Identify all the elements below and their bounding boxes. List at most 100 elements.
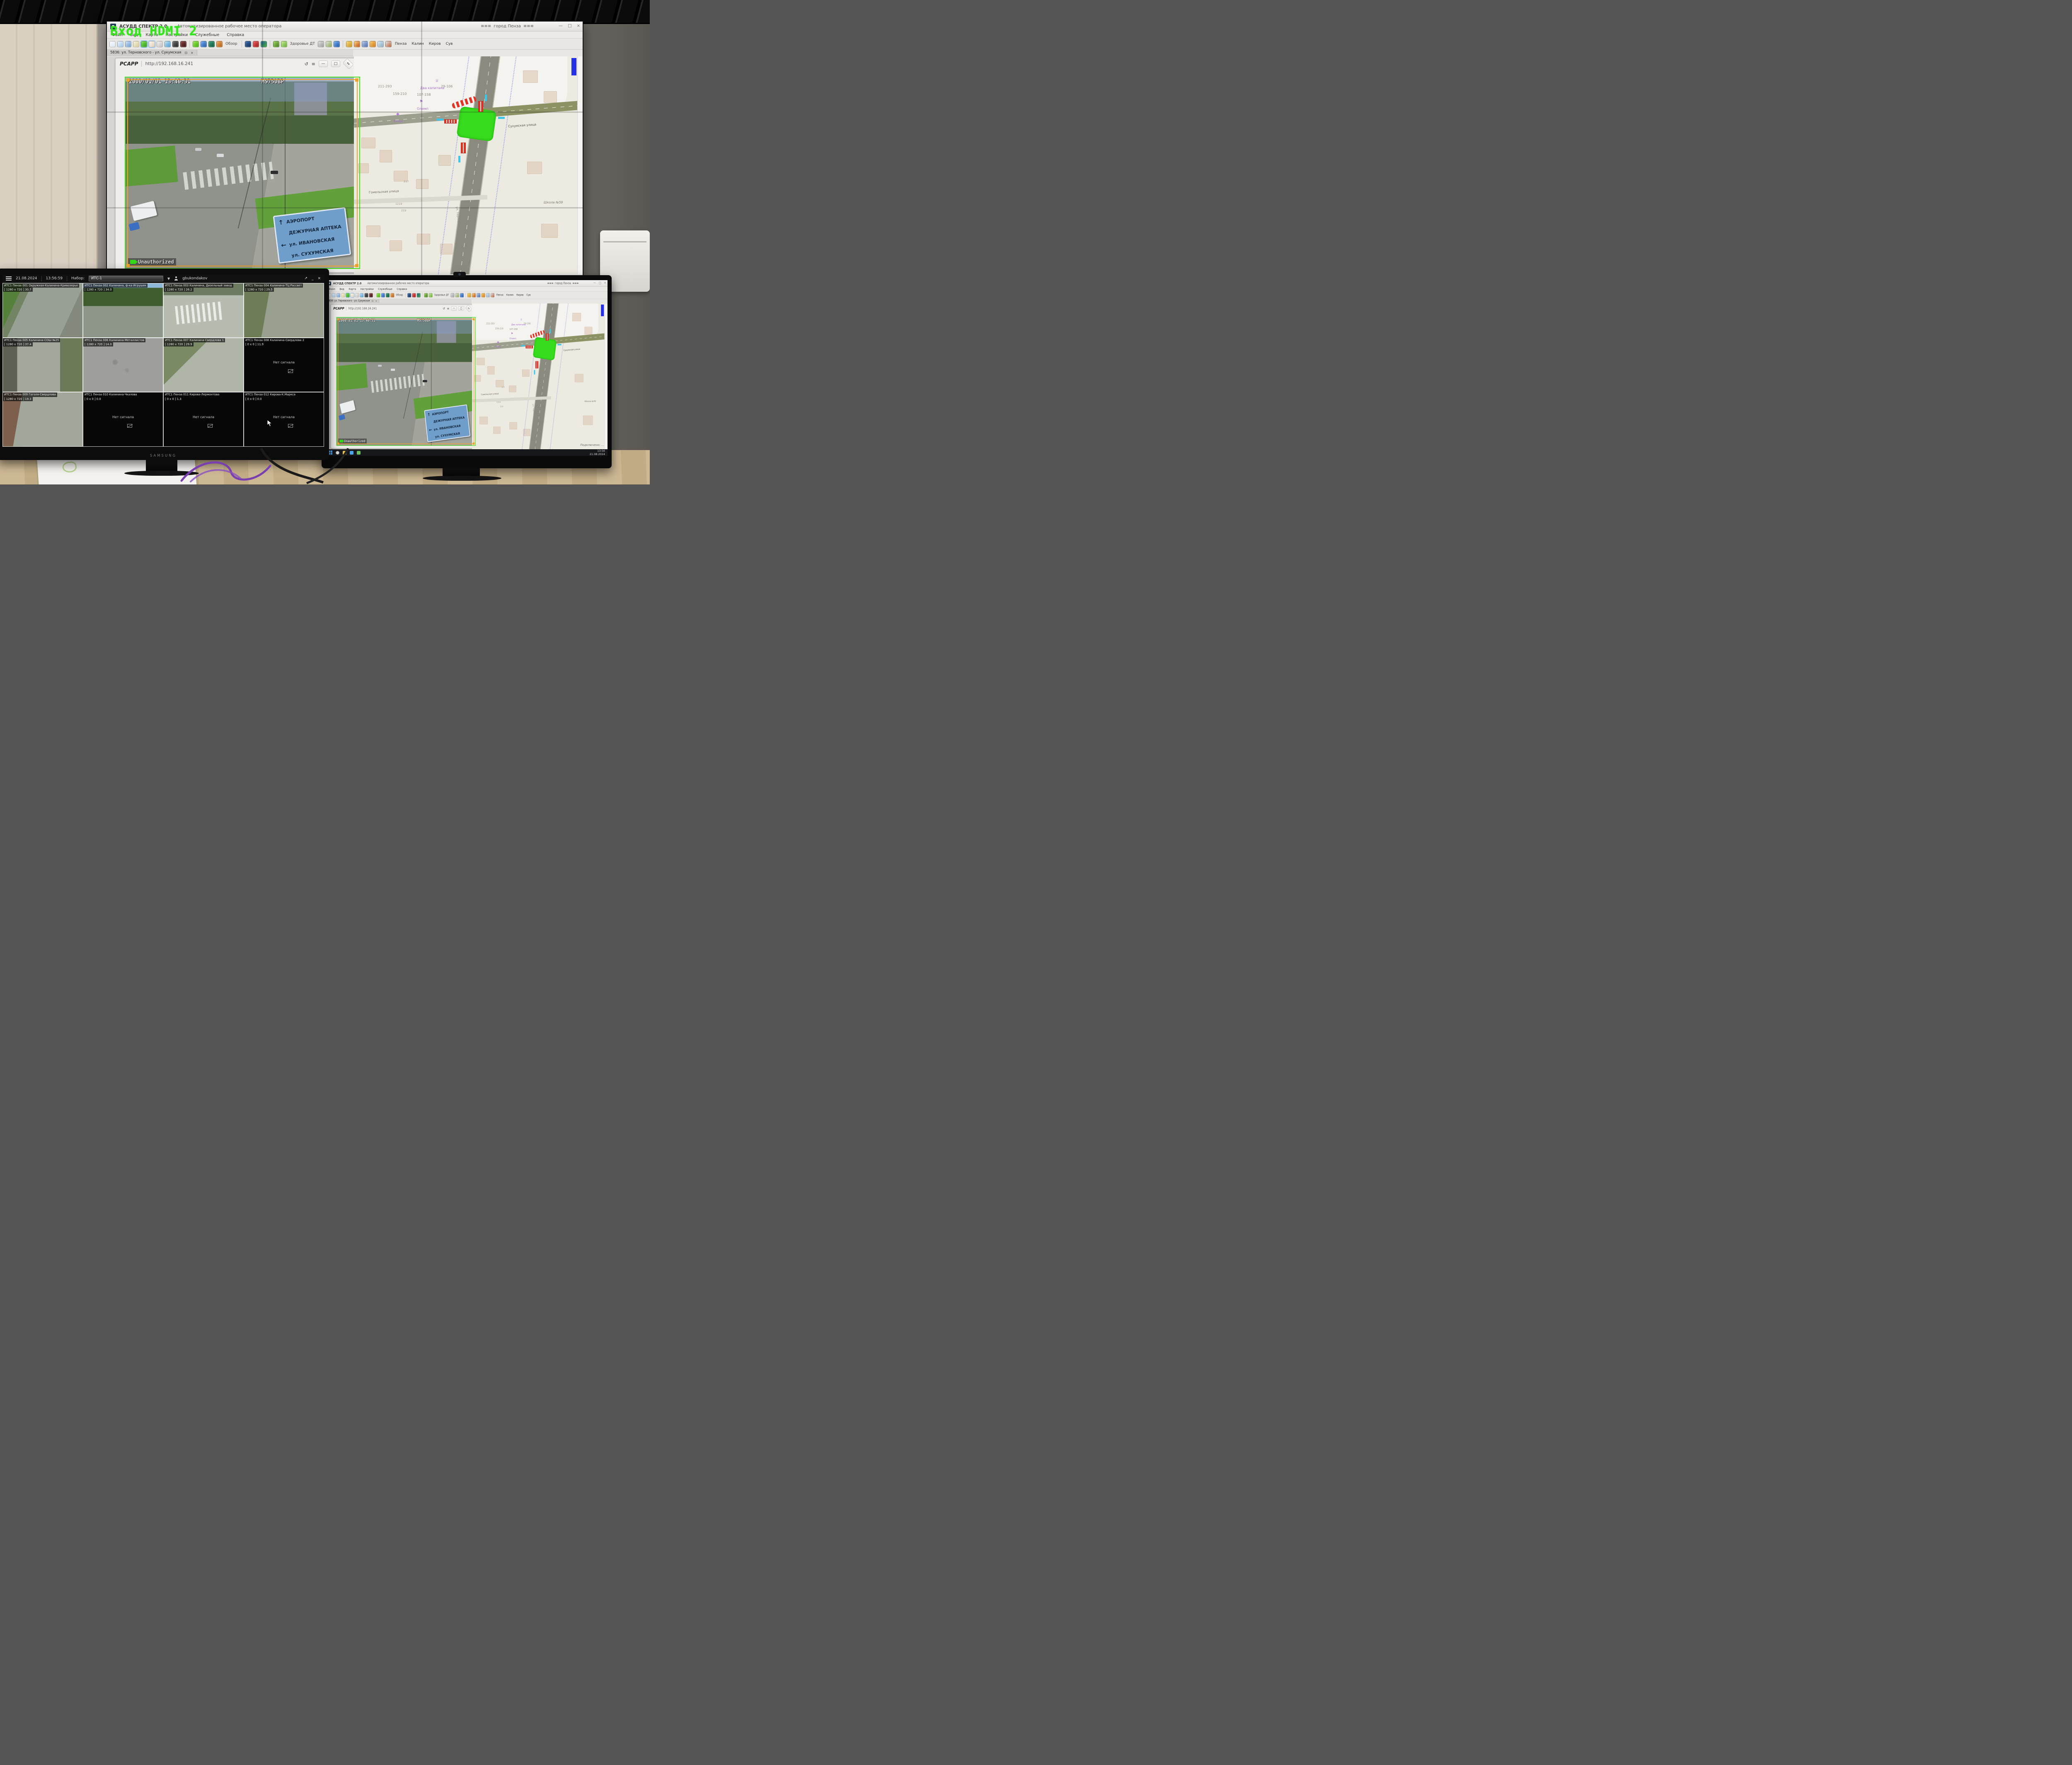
region-button-2[interactable]: Калин xyxy=(410,41,425,46)
export-map-icon[interactable] xyxy=(362,41,368,47)
menu-service[interactable]: Служебные xyxy=(195,33,219,37)
undo-icon[interactable] xyxy=(370,41,376,47)
open-folder-icon[interactable] xyxy=(332,293,336,297)
pan-hand-icon[interactable] xyxy=(149,41,155,47)
pcapp-url-field[interactable]: http://192.168.16.241 xyxy=(145,61,193,66)
draw-line-icon[interactable] xyxy=(355,293,359,297)
funnel-add-icon[interactable] xyxy=(334,41,340,47)
region-button-3[interactable]: Киров xyxy=(427,41,443,46)
map-pane[interactable]: 211-293 159-210 107-158 29-106 ♕ Два кап… xyxy=(354,56,583,274)
menu-icon[interactable]: ≡ xyxy=(312,61,315,67)
map-mark-icon[interactable] xyxy=(491,293,494,297)
map-pane[interactable]: 211-293 159-210 107-158 29-106 ♕ Два кап… xyxy=(472,303,608,449)
edit-page-icon[interactable] xyxy=(133,41,139,47)
menu-map[interactable]: Карта xyxy=(349,288,356,291)
map-copy-icon[interactable] xyxy=(378,41,384,47)
pcapp-minimize-button[interactable]: — xyxy=(451,306,457,311)
filter-icon[interactable]: ▼ xyxy=(167,277,170,281)
region-button-4[interactable]: Сув xyxy=(525,293,532,297)
filter-funnel-icon[interactable] xyxy=(245,41,251,47)
camera-cell-8[interactable]: ИТС1 Пенза 008 Калинина-Свердлова 2[ 0 x… xyxy=(244,338,324,392)
detector-group-icon[interactable] xyxy=(273,41,279,47)
menu-settings[interactable]: Настройки xyxy=(361,288,374,291)
close-icon[interactable]: × xyxy=(317,276,321,281)
map-scroll-marker[interactable] xyxy=(571,58,576,75)
detector-orange-icon[interactable] xyxy=(216,41,223,47)
tab-intersection-5836[interactable]: 5836: ул. Терновского - ул. Сукумская ⊡ … xyxy=(326,299,379,303)
pcapp-maximize-button[interactable]: □ xyxy=(331,61,340,67)
menu-view[interactable]: Вид xyxy=(339,288,344,291)
arrow-green-icon[interactable] xyxy=(193,41,199,47)
pcapp-resize-button[interactable]: ↔ xyxy=(343,58,354,70)
menu-service[interactable]: Служебные xyxy=(378,288,392,291)
tab-intersection-5836[interactable]: 5836: ул. Терновского - ул. Сукумская ⊡ … xyxy=(107,50,197,56)
camera-cell-9[interactable]: ИТС1 Пенза 009 Гоголя-Свердлова[ 1280 x … xyxy=(2,392,83,447)
maximize-icon[interactable]: □ xyxy=(599,281,601,284)
arrow-green-icon[interactable] xyxy=(377,293,380,297)
menu-help[interactable]: Справка xyxy=(227,33,244,37)
pcapp-resize-button[interactable]: ↔ xyxy=(465,305,472,312)
region-button-1[interactable]: Пенза xyxy=(393,41,409,46)
filter-apply-icon[interactable] xyxy=(417,293,421,297)
detector-teal-icon[interactable] xyxy=(208,41,215,47)
new-file-icon[interactable] xyxy=(109,41,116,47)
filter-apply-icon[interactable] xyxy=(261,41,267,47)
camera-set-dropdown[interactable]: ИТС-1 xyxy=(89,276,163,281)
region-button-1[interactable]: Пенза xyxy=(495,293,504,297)
minimize-icon[interactable]: — xyxy=(593,281,596,284)
camera-cell-4[interactable]: ИТС1 Пенза 004 Калинина-ТЦ Рассвет[ 1280… xyxy=(244,283,324,338)
tab-close-icon[interactable]: × xyxy=(191,51,194,55)
camera-cell-6[interactable]: ИТС1 Пенза 006 Калинина-Металлистов[ 128… xyxy=(83,338,163,392)
folder-remove-icon[interactable] xyxy=(354,41,360,47)
map-layers-icon[interactable] xyxy=(165,41,171,47)
camera-cell-3[interactable]: ИТС1 Пенза 003 Калинина, Дизельный завод… xyxy=(163,283,244,338)
ellipse-move-icon[interactable] xyxy=(318,41,324,47)
expand-icon[interactable]: ↗ xyxy=(304,276,307,281)
camera-cell-2[interactable]: ИТС1 Пенза 002 Калинина, ф-ка Игрушек[ 1… xyxy=(83,283,163,338)
taskbar-clock[interactable]: 13:56 21.08.2024 xyxy=(590,449,605,456)
tab-undock-icon[interactable]: ⊡ xyxy=(372,300,373,302)
export-map-icon[interactable] xyxy=(477,293,480,297)
camera-cell-7[interactable]: ИТС1 Пенза 007 Калинина-Свердлова 1[ 128… xyxy=(163,338,244,392)
filter-off-icon[interactable] xyxy=(253,41,259,47)
detector-blue-icon[interactable] xyxy=(381,293,385,297)
poi-label[interactable]: Олимп xyxy=(417,107,428,111)
zone-green-icon[interactable] xyxy=(346,293,350,297)
funnel-add-icon[interactable] xyxy=(460,293,464,297)
map-intersection-signal[interactable] xyxy=(533,337,557,361)
poi-flag-icon[interactable]: ⚑ xyxy=(511,332,513,335)
hamburger-menu-icon[interactable] xyxy=(6,276,12,281)
refresh-icon[interactable]: ↺ xyxy=(443,307,445,310)
zone-green-icon[interactable] xyxy=(141,41,147,47)
camera-cell-5[interactable]: ИТС1 Пенза 005 Калинина-СОШ №25[ 1280 x … xyxy=(2,338,83,392)
tab-undock-icon[interactable]: ⊡ xyxy=(184,51,187,55)
binoculars-icon[interactable] xyxy=(172,41,179,47)
map-layers-icon[interactable] xyxy=(360,293,363,297)
folder-import-icon[interactable] xyxy=(346,41,352,47)
refresh-icon[interactable]: ↺ xyxy=(305,61,308,67)
pcapp-url-field[interactable]: http://192.168.16.241 xyxy=(349,307,377,310)
close-icon[interactable]: × xyxy=(604,281,606,284)
camera-cell-10[interactable]: ИТС1 Пенза 010 Калинина-Чкалова[ 0 x 0 ]… xyxy=(83,392,163,447)
menu-help[interactable]: Справка xyxy=(397,288,407,291)
region-button-3[interactable]: Киров xyxy=(516,293,525,297)
detector-teal-icon[interactable] xyxy=(386,293,390,297)
ellipse-move-icon[interactable] xyxy=(451,293,455,297)
undo-icon[interactable] xyxy=(482,293,485,297)
draw-line-icon[interactable] xyxy=(157,41,163,47)
menu-icon[interactable]: ≡ xyxy=(447,307,449,310)
filter-off-icon[interactable] xyxy=(412,293,416,297)
binoculars-find-icon[interactable] xyxy=(180,41,186,47)
minimize-icon[interactable]: — xyxy=(559,24,563,28)
region-button-4[interactable]: Сув xyxy=(444,41,455,46)
detector-group-icon[interactable] xyxy=(424,293,428,297)
map-copy-icon[interactable] xyxy=(486,293,490,297)
region-button-2[interactable]: Калин xyxy=(505,293,514,297)
poi-crown-icon[interactable]: ♕ xyxy=(520,318,522,321)
pcapp-maximize-button[interactable]: □ xyxy=(459,306,464,311)
ellipse-add-icon[interactable] xyxy=(455,293,459,297)
ellipse-add-icon[interactable] xyxy=(326,41,332,47)
edit-page-icon[interactable] xyxy=(341,293,345,297)
folder-import-icon[interactable] xyxy=(467,293,471,297)
camera-cell-12[interactable]: ИТС1 Пенза 012 Кирова-К.Маркса[ 0 x 0 ] … xyxy=(244,392,324,447)
